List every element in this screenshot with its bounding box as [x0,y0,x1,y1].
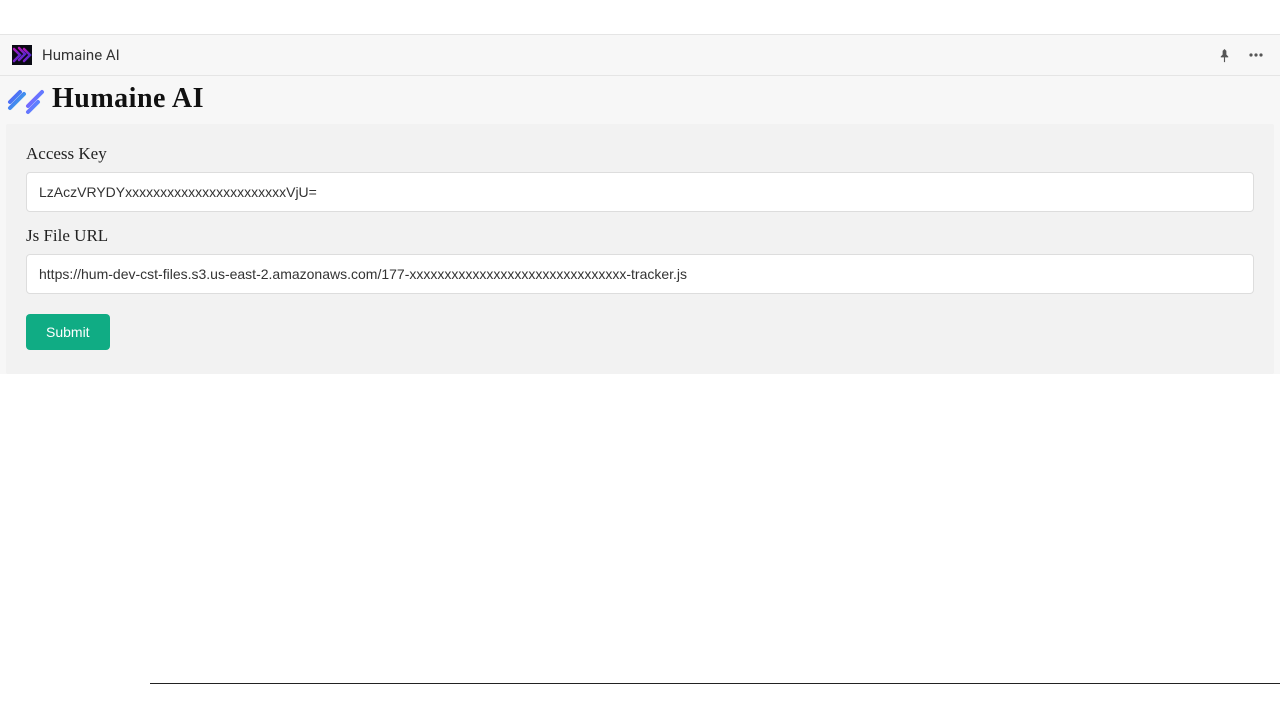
app-icon [12,45,32,65]
app-title: Humaine AI [42,46,1204,64]
brand-logo-icon [6,82,46,116]
access-key-label: Access Key [26,144,1254,164]
js-file-url-label: Js File URL [26,226,1254,246]
more-icon[interactable] [1244,43,1268,67]
content-area: Humaine AI Access Key Js File URL Submit [0,76,1280,374]
brand-header: Humaine AI [0,76,1280,124]
pin-icon[interactable] [1212,43,1236,67]
titlebar: Humaine AI [0,34,1280,76]
footer-divider [150,683,1280,684]
js-file-url-field: Js File URL [26,226,1254,294]
access-key-input[interactable] [26,172,1254,212]
form-card: Access Key Js File URL Submit [6,124,1274,374]
brand-name: Humaine AI [52,83,204,115]
submit-button[interactable]: Submit [26,314,110,350]
access-key-field: Access Key [26,144,1254,212]
js-file-url-input[interactable] [26,254,1254,294]
top-spacer [0,0,1280,34]
